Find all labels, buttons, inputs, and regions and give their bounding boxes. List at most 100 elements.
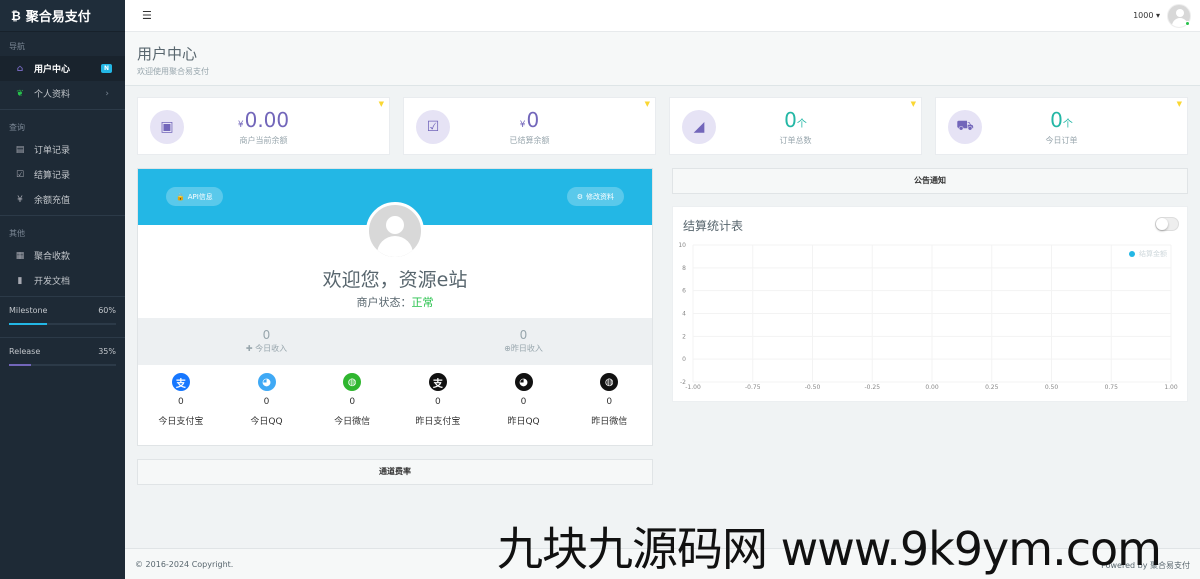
sidebar-item-label: 个人资料	[34, 90, 71, 100]
x-tick-label: -0.25	[864, 384, 880, 391]
stat-value: ¥0.00	[237, 108, 290, 132]
user-dropdown[interactable]: 1000 ▾	[1133, 11, 1160, 20]
y-tick-label: 8	[682, 265, 686, 272]
watermark: 九块九源码网 www.9k9ym.com	[497, 522, 1162, 576]
brand-name: 聚合易支付	[25, 10, 91, 25]
plus-circle-icon: ⊕	[504, 344, 511, 353]
hamburger-icon[interactable]: ☰	[142, 9, 152, 22]
avatar	[366, 202, 424, 260]
stat-label: 订单总数	[779, 136, 812, 145]
x-tick-label: -0.75	[745, 384, 761, 391]
divider	[0, 215, 125, 216]
stat-label: 今日订单	[1045, 136, 1078, 145]
qq-icon: ◕	[514, 373, 533, 391]
new-badge: N	[100, 64, 112, 73]
progress-value: 60%	[98, 306, 116, 315]
online-status-dot	[1185, 21, 1190, 26]
wechat-icon: ◍	[600, 373, 619, 391]
stat-card-settled: ☑ ¥0 已结算余额 ▼	[403, 97, 656, 155]
sidebar-item-aggregate-pay[interactable]: ▦ 聚合收款	[0, 243, 125, 268]
sidebar-item-settlements[interactable]: ☑ 结算记录	[0, 162, 125, 187]
y-tick-label: 2	[682, 333, 686, 340]
caret-down-icon: ▼	[378, 100, 384, 108]
brand[interactable]: ₿ 聚合易支付	[0, 0, 125, 32]
alipay-icon: 支	[428, 373, 447, 391]
x-tick-label: 0.25	[985, 384, 999, 391]
status-value: 正常	[411, 296, 434, 309]
alipay-icon: 支	[171, 373, 190, 391]
sidebar: ₿ 聚合易支付 导航 ⌂ 用户中心 N ❦ 个人资料 › 查询 ▤ 订单记录 ☑…	[0, 0, 125, 579]
nav-section-title: 查询	[9, 123, 25, 132]
sidebar-item-recharge[interactable]: ¥ 余额充值	[0, 187, 125, 212]
page-header: 用户中心 欢迎使用聚合易支付	[125, 32, 1200, 86]
x-tick-label: 1.00	[1164, 384, 1178, 391]
y-tick-label: 0	[682, 356, 686, 363]
edit-profile-button[interactable]: ⚙ 修改资料	[566, 187, 624, 206]
sidebar-item-orders[interactable]: ▤ 订单记录	[0, 137, 125, 162]
channel-yesterday-alipay: 支 0 昨日支付宝	[395, 365, 481, 445]
copyright: © 2016-2024 Copyright.	[135, 560, 234, 569]
legend-marker	[1129, 251, 1135, 257]
stat-value: 0个	[1050, 108, 1073, 132]
nav-section-title: 其他	[9, 229, 25, 238]
qrcode-icon: ▦	[15, 250, 25, 261]
bitcoin-icon: ₿	[11, 8, 21, 23]
page-subtitle: 欢迎使用聚合易支付	[137, 67, 209, 76]
x-tick-label: 0.50	[1045, 384, 1059, 391]
chart-toggle[interactable]	[1155, 217, 1179, 231]
stat-card-balance: ▣ ¥0.00 商户当前余额 ▼	[137, 97, 390, 155]
home-icon: ⌂	[16, 63, 24, 74]
x-tick-label: 0.75	[1105, 384, 1119, 391]
progress-milestone: Milestone 60%	[0, 306, 125, 325]
divider	[0, 109, 125, 110]
settlement-chart-card: 结算统计表 10 8 6 4 2 0 -2 -1.00 -0.75 -0.50 -0.25 0.00 0…	[672, 206, 1188, 402]
income-row: 0 ✚ 今日收入 0 ⊕昨日收入	[138, 318, 652, 365]
x-tick-label: 0.00	[925, 384, 939, 391]
merchant-status: 商户状态：正常	[356, 296, 434, 309]
profile-panel: 🔒 API信息 ⚙ 修改资料 欢迎您，资源e站 商户状态：正常 0 ✚ 今日收入 0…	[137, 168, 653, 446]
divider	[0, 337, 125, 338]
chevron-right-icon: ›	[105, 88, 109, 99]
progress-label: Release	[9, 347, 41, 356]
sidebar-item-label: 订单记录	[34, 146, 71, 156]
y-tick-label: 4	[682, 311, 686, 318]
yen-icon: ¥	[17, 194, 23, 205]
check-square-icon: ☑	[15, 169, 25, 180]
progress-value: 35%	[98, 347, 116, 356]
sidebar-item-label: 开发文档	[34, 277, 71, 287]
channel-yesterday-wechat: ◍ 0 昨日微信	[566, 365, 652, 445]
top-bar: ☰ 1000 ▾	[125, 0, 1200, 32]
yesterday-income: 0 ⊕昨日收入	[504, 328, 543, 353]
sidebar-item-user-center[interactable]: ⌂ 用户中心 N	[0, 56, 125, 81]
leaf-icon: ❦	[16, 88, 24, 99]
caret-down-icon: ▼	[644, 100, 650, 108]
x-tick-label: -0.50	[805, 384, 821, 391]
stat-card-orders: ◢ 0个 订单总数 ▼	[669, 97, 922, 155]
legend-label: 结算金额	[1139, 249, 1167, 258]
progress-fill	[9, 323, 48, 325]
sidebar-item-label: 聚合收款	[34, 252, 71, 262]
channel-rates-button[interactable]: 通道费率	[137, 459, 653, 485]
list-icon: ▤	[15, 144, 25, 155]
stat-value: 0个	[784, 108, 807, 132]
settlement-chart: 1086420-2-1.00 -0.75 -0.50 -0.25 0.00 0.25 0.5…	[678, 242, 1178, 391]
sidebar-item-docs[interactable]: ▮ 开发文档	[0, 268, 125, 293]
book-icon: ▮	[17, 275, 23, 286]
stat-label: 已结算余额	[509, 136, 550, 145]
gear-icon: ⚙	[576, 192, 583, 201]
progress-fill	[9, 364, 32, 366]
page-title: 用户中心	[137, 45, 198, 63]
sidebar-item-profile[interactable]: ❦ 个人资料 ›	[0, 81, 125, 106]
api-info-button[interactable]: 🔒 API信息	[166, 187, 223, 206]
caret-down-icon: ▼	[1176, 100, 1182, 108]
sidebar-item-label: 结算记录	[34, 171, 71, 181]
plus-icon: ✚	[245, 344, 253, 353]
progress-bar	[9, 364, 116, 366]
x-tick-label: -1.00	[685, 384, 701, 391]
sidebar-item-label: 余额充值	[34, 196, 71, 206]
nav-section-title: 导航	[9, 42, 25, 51]
notice-button[interactable]: 公告通知	[672, 168, 1188, 194]
username: 1000	[1133, 11, 1154, 20]
lock-icon: 🔒	[176, 192, 185, 201]
y-tick-label: 6	[682, 288, 686, 295]
